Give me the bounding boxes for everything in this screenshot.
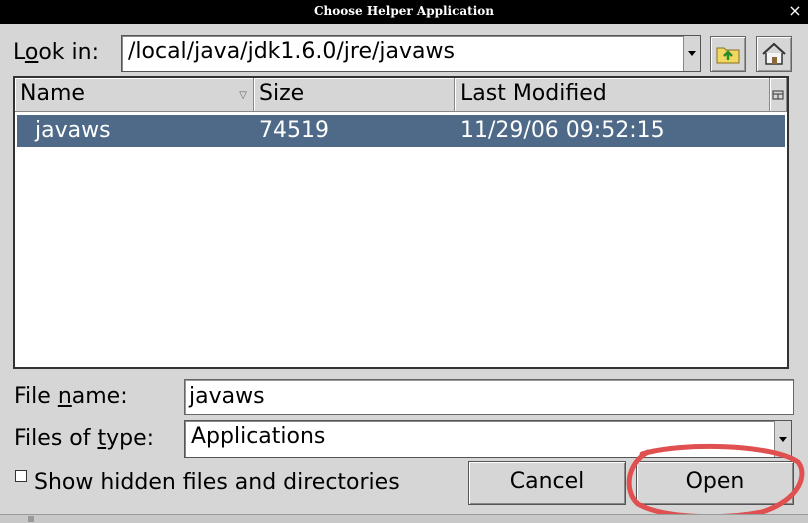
file-name-cell: javaws bbox=[35, 118, 111, 143]
close-icon[interactable]: × bbox=[786, 2, 804, 20]
file-name-label: File name: bbox=[14, 384, 128, 409]
file-list[interactable]: Name ▽ Size Last Modified javaws 74519 1… bbox=[13, 76, 789, 369]
folder-up-button[interactable] bbox=[710, 36, 746, 72]
chevron-down-icon[interactable] bbox=[774, 421, 791, 457]
file-type-select[interactable]: Applications bbox=[184, 420, 792, 458]
cancel-button[interactable]: Cancel bbox=[468, 461, 626, 505]
table-row[interactable]: javaws 74519 11/29/06 09:52:15 bbox=[17, 115, 785, 147]
file-size-cell: 74519 bbox=[259, 118, 329, 143]
column-header-last-modified[interactable]: Last Modified bbox=[455, 78, 770, 112]
column-header-size[interactable]: Size bbox=[254, 78, 455, 112]
open-button[interactable]: Open bbox=[636, 461, 794, 505]
column-chooser-button[interactable] bbox=[770, 78, 787, 112]
file-type-value: Applications bbox=[191, 424, 326, 449]
window-title: Choose Helper Application bbox=[313, 4, 495, 18]
column-header-name[interactable]: Name ▽ bbox=[15, 78, 254, 112]
column-chooser-icon bbox=[772, 90, 784, 100]
show-hidden-checkbox[interactable] bbox=[15, 470, 27, 482]
title-bar: Choose Helper Application × bbox=[0, 0, 808, 24]
look-in-label: Look in: bbox=[13, 40, 100, 65]
resize-grip-icon[interactable] bbox=[28, 516, 34, 522]
file-type-label: Files of type: bbox=[14, 426, 155, 451]
look-in-combo[interactable]: /local/java/jdk1.6.0/jre/javaws bbox=[121, 35, 701, 72]
file-modified-cell: 11/29/06 09:52:15 bbox=[460, 118, 665, 143]
folder-up-icon bbox=[716, 47, 740, 64]
look-in-path: /local/java/jdk1.6.0/jre/javaws bbox=[128, 39, 455, 64]
show-hidden-label[interactable]: Show hidden files and directories bbox=[34, 470, 400, 496]
home-icon bbox=[762, 42, 786, 65]
sort-arrow-icon: ▽ bbox=[239, 90, 247, 101]
chevron-down-icon[interactable] bbox=[683, 36, 700, 71]
home-button[interactable] bbox=[756, 36, 792, 72]
file-name-field[interactable]: javaws bbox=[184, 379, 794, 415]
